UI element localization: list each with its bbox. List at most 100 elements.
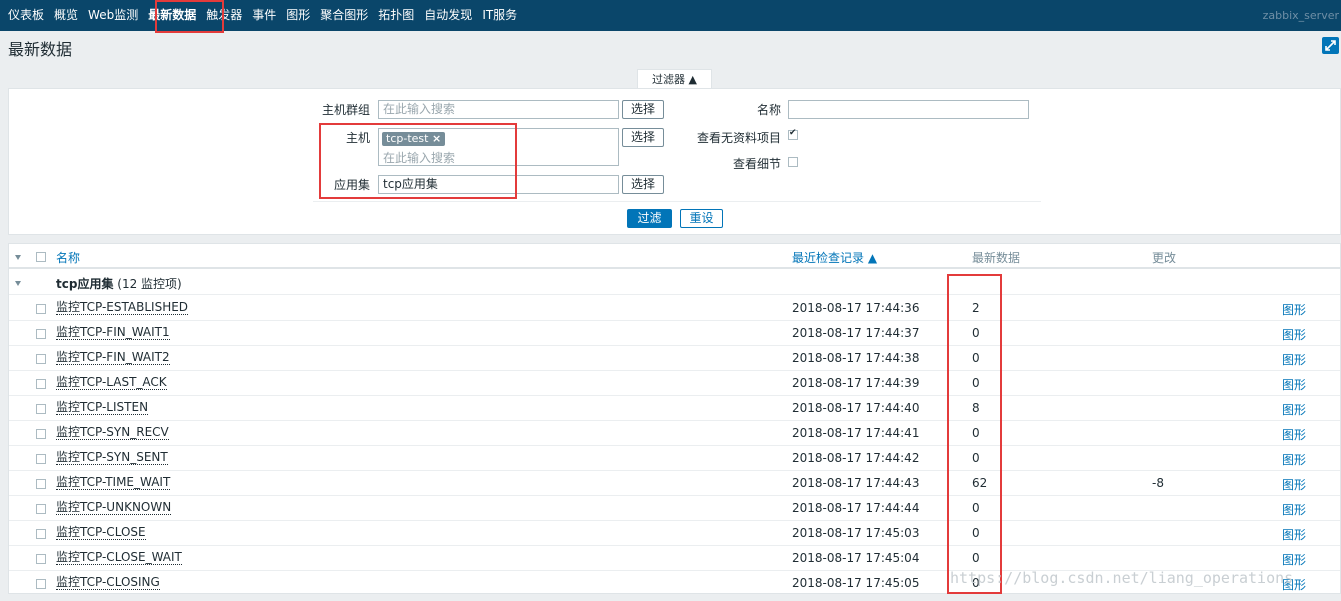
menu-it-services[interactable]: IT服务 <box>477 0 522 31</box>
graph-link[interactable]: 图形 <box>1282 526 1306 543</box>
last-check-time: 2018-08-17 17:44:38 <box>792 351 920 365</box>
row-checkbox[interactable] <box>36 529 46 539</box>
apply-filter-button[interactable]: 过滤 <box>627 209 672 228</box>
item-name[interactable]: 监控TCP-CLOSE_WAIT <box>56 551 182 565</box>
show-details-label: 查看细节 <box>732 157 781 171</box>
item-name[interactable]: 监控TCP-SYN_SENT <box>56 451 168 465</box>
menu-discovery[interactable]: 自动发现 <box>419 0 477 31</box>
show-details-checkbox[interactable] <box>788 157 798 167</box>
table-row: 监控TCP-LAST_ACK 2018-08-17 17:44:39 0 图形 <box>9 371 1340 396</box>
graph-link[interactable]: 图形 <box>1282 376 1306 393</box>
show-items-without-data-label: 查看无资料项目 <box>696 131 781 145</box>
menu-screens[interactable]: 聚合图形 <box>315 0 373 31</box>
item-name[interactable]: 监控TCP-FIN_WAIT1 <box>56 326 170 340</box>
application-group-name: tcp应用集 (12 监控项) <box>56 275 182 292</box>
menu-overview[interactable]: 概览 <box>49 0 83 31</box>
row-checkbox[interactable] <box>36 304 46 314</box>
last-check-time: 2018-08-17 17:44:41 <box>792 426 920 440</box>
menu-maps[interactable]: 拓扑图 <box>373 0 419 31</box>
page-title: 最新数据 <box>8 40 73 59</box>
server-name: zabbix_server <box>1262 9 1339 22</box>
row-checkbox[interactable] <box>36 354 46 364</box>
item-name[interactable]: 监控TCP-LISTEN <box>56 401 149 415</box>
last-check-time: 2018-08-17 17:44:40 <box>792 401 920 415</box>
table-row: 监控TCP-SYN_RECV 2018-08-17 17:44:41 0 图形 <box>9 421 1340 446</box>
reset-filter-button[interactable]: 重设 <box>680 209 723 228</box>
graph-link[interactable]: 图形 <box>1282 451 1306 468</box>
name-input[interactable] <box>788 100 1029 119</box>
name-label: 名称 <box>756 103 781 117</box>
fullscreen-icon <box>1325 40 1336 51</box>
graph-link[interactable]: 图形 <box>1282 576 1306 593</box>
host-group-input[interactable]: 在此输入搜索 <box>378 100 619 119</box>
table-row: 监控TCP-UNKNOWN 2018-08-17 17:44:44 0 图形 <box>9 496 1340 521</box>
last-check-time: 2018-08-17 17:44:36 <box>792 301 920 315</box>
menu-web[interactable]: Web监测 <box>83 0 143 31</box>
graph-link[interactable]: 图形 <box>1282 401 1306 418</box>
highlight-box-values <box>947 274 1002 594</box>
last-check-time: 2018-08-17 17:44:37 <box>792 326 920 340</box>
item-name[interactable]: 监控TCP-TIME_WAIT <box>56 476 171 490</box>
host-group-select-button[interactable]: 选择 <box>622 100 664 119</box>
row-checkbox[interactable] <box>36 329 46 339</box>
table-row: 监控TCP-SYN_SENT 2018-08-17 17:44:42 0 图形 <box>9 446 1340 471</box>
column-name[interactable]: 名称 <box>56 249 80 266</box>
application-group-count: (12 监控项) <box>117 277 182 291</box>
graph-link[interactable]: 图形 <box>1282 551 1306 568</box>
item-name[interactable]: 监控TCP-LAST_ACK <box>56 376 167 390</box>
graph-link[interactable]: 图形 <box>1282 476 1306 493</box>
item-name[interactable]: 监控TCP-SYN_RECV <box>56 426 169 440</box>
row-checkbox[interactable] <box>36 379 46 389</box>
latest-data-table: 名称 最近检查记录 ▲ 最新数据 更改 tcp应用集 (12 监控项) 监控TC… <box>8 243 1341 594</box>
row-checkbox[interactable] <box>36 579 46 589</box>
highlight-box-menu <box>155 0 224 33</box>
row-checkbox[interactable] <box>36 479 46 489</box>
change-value: -8 <box>1152 476 1164 490</box>
table-row: 监控TCP-CLOSE_WAIT 2018-08-17 17:45:04 0 图形 <box>9 546 1340 571</box>
item-name[interactable]: 监控TCP-CLOSE <box>56 526 146 540</box>
table-row: 监控TCP-LISTEN 2018-08-17 17:44:40 8 图形 <box>9 396 1340 421</box>
collapse-all-icon[interactable] <box>15 255 21 260</box>
item-name[interactable]: 监控TCP-UNKNOWN <box>56 501 172 515</box>
host-group-label: 主机群组 <box>321 103 370 117</box>
fullscreen-button[interactable] <box>1322 37 1339 54</box>
item-name[interactable]: 监控TCP-CLOSING <box>56 576 160 590</box>
row-checkbox[interactable] <box>36 404 46 414</box>
graph-link[interactable]: 图形 <box>1282 501 1306 518</box>
table-header: 名称 最近检查记录 ▲ 最新数据 更改 <box>9 244 1340 269</box>
last-check-time: 2018-08-17 17:45:04 <box>792 551 920 565</box>
last-check-time: 2018-08-17 17:44:42 <box>792 451 920 465</box>
menu-events[interactable]: 事件 <box>247 0 281 31</box>
application-group-row: tcp应用集 (12 监控项) <box>9 270 1340 295</box>
select-all-checkbox[interactable] <box>36 252 46 262</box>
menu-graphs[interactable]: 图形 <box>281 0 315 31</box>
show-items-without-data-checkbox[interactable] <box>788 128 798 140</box>
graph-link[interactable]: 图形 <box>1282 301 1306 318</box>
menu-dashboard[interactable]: 仪表板 <box>0 0 49 31</box>
table-row: 监控TCP-FIN_WAIT2 2018-08-17 17:44:38 0 图形 <box>9 346 1340 371</box>
row-checkbox[interactable] <box>36 504 46 514</box>
item-name[interactable]: 监控TCP-FIN_WAIT2 <box>56 351 170 365</box>
last-check-time: 2018-08-17 17:44:43 <box>792 476 920 490</box>
graph-link[interactable]: 图形 <box>1282 326 1306 343</box>
table-row: 监控TCP-TIME_WAIT 2018-08-17 17:44:43 62 -8 图形 <box>9 471 1340 496</box>
table-row: 监控TCP-ESTABLISHED 2018-08-17 17:44:36 2 图形 <box>9 296 1340 321</box>
row-checkbox[interactable] <box>36 429 46 439</box>
table-row: 监控TCP-CLOSE 2018-08-17 17:45:03 0 图形 <box>9 521 1340 546</box>
item-name[interactable]: 监控TCP-ESTABLISHED <box>56 301 189 315</box>
table-row: 监控TCP-FIN_WAIT1 2018-08-17 17:44:37 0 图形 <box>9 321 1340 346</box>
application-select-button[interactable]: 选择 <box>622 175 664 194</box>
filter-separator <box>313 201 1041 202</box>
application-group-title: tcp应用集 <box>56 277 114 291</box>
row-checkbox[interactable] <box>36 454 46 464</box>
collapse-group-icon[interactable] <box>15 281 21 286</box>
column-change: 更改 <box>1152 251 1177 265</box>
graph-link[interactable]: 图形 <box>1282 351 1306 368</box>
last-check-time: 2018-08-17 17:44:39 <box>792 376 920 390</box>
row-checkbox[interactable] <box>36 554 46 564</box>
host-select-button[interactable]: 选择 <box>622 128 664 147</box>
column-last-check[interactable]: 最近检查记录 ▲ <box>792 249 877 266</box>
filter-tab[interactable]: 过滤器 ▲ <box>637 69 712 89</box>
graph-link[interactable]: 图形 <box>1282 426 1306 443</box>
main-menu: 仪表板 概览 Web监测 最新数据 触发器 事件 图形 聚合图形 拓扑图 自动发… <box>0 0 522 31</box>
